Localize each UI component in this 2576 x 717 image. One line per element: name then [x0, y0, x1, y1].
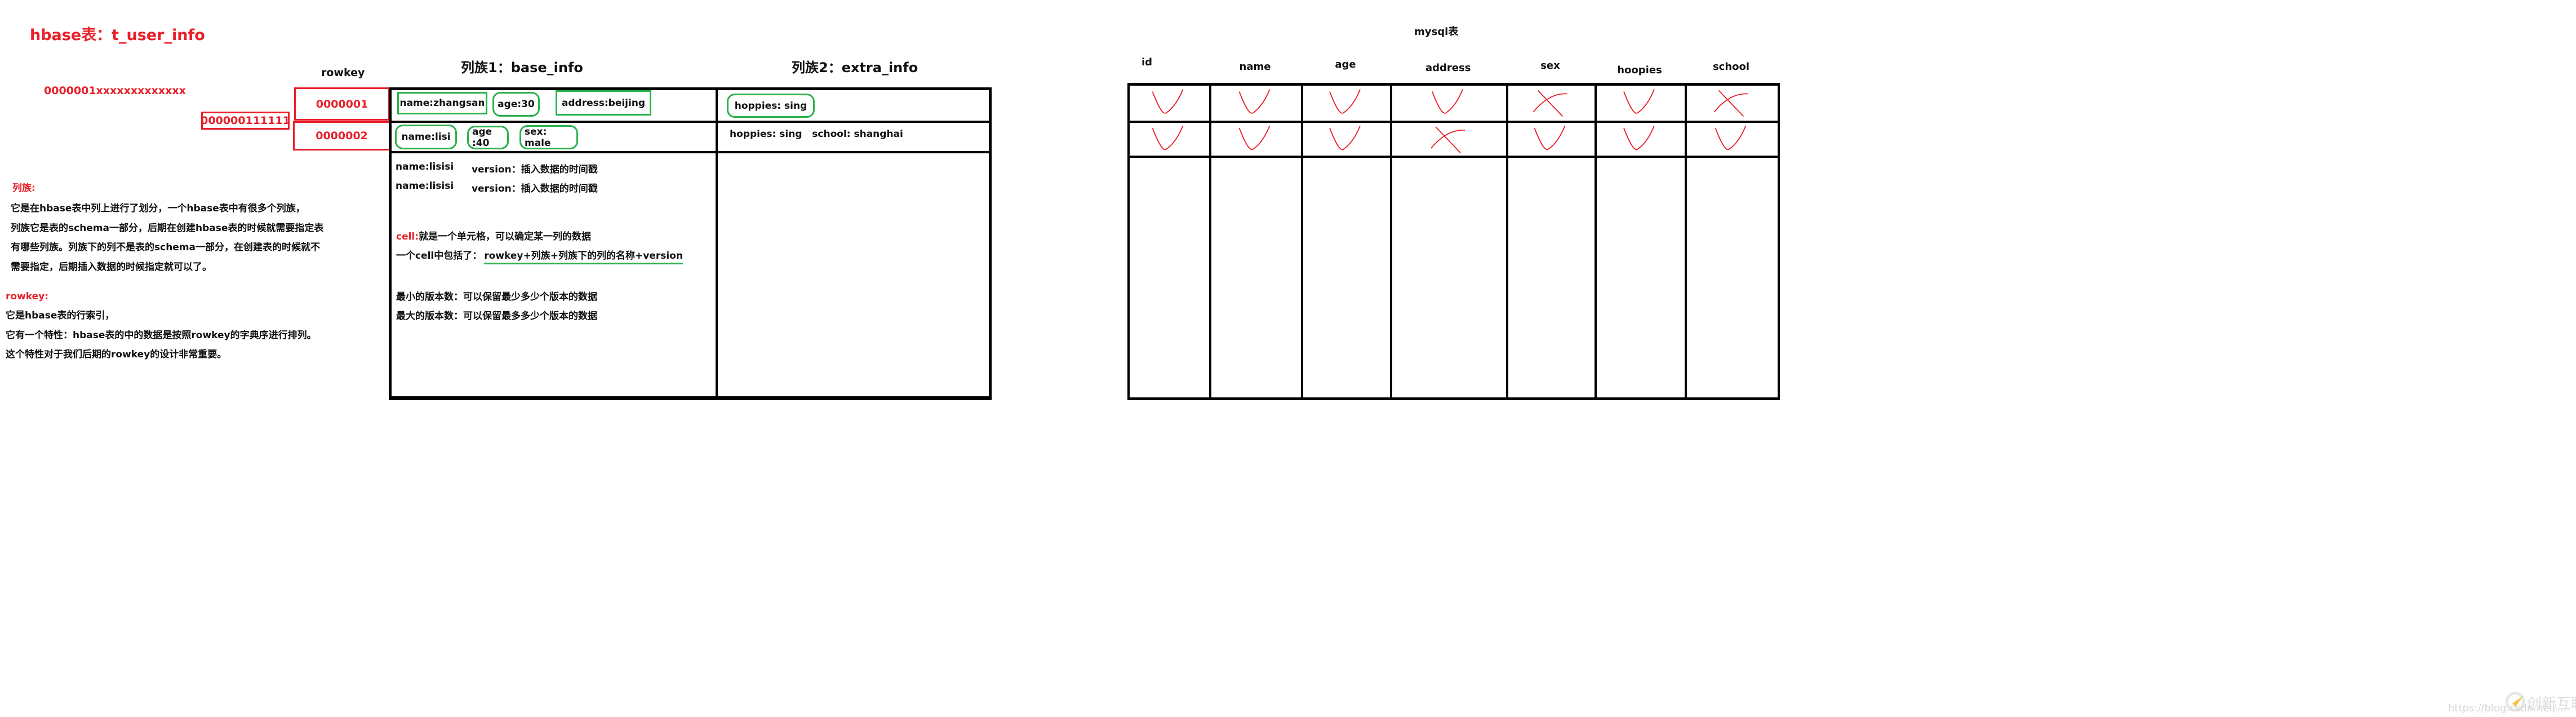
check-mark-icon	[1623, 89, 1655, 114]
check-mark-icon	[1329, 125, 1361, 151]
check-mark-icon	[1329, 89, 1361, 114]
check-mark-icon	[1432, 89, 1463, 114]
check-mark-icon	[1152, 125, 1184, 151]
check-mark-icon	[1534, 125, 1566, 151]
cross-mark-icon	[1431, 126, 1465, 153]
check-mark-icon	[1152, 89, 1184, 114]
check-mark-icon	[1715, 125, 1747, 151]
cross-mark-icon	[1533, 90, 1567, 117]
check-mark-icon	[1623, 125, 1655, 151]
watermark-url: https://blog.csdn.net/...	[2448, 702, 2566, 714]
check-mark-icon	[1238, 89, 1271, 114]
check-mark-icon	[1238, 125, 1271, 151]
mysql-marks-layer	[1152, 89, 1748, 153]
cross-mark-icon	[1713, 90, 1748, 117]
